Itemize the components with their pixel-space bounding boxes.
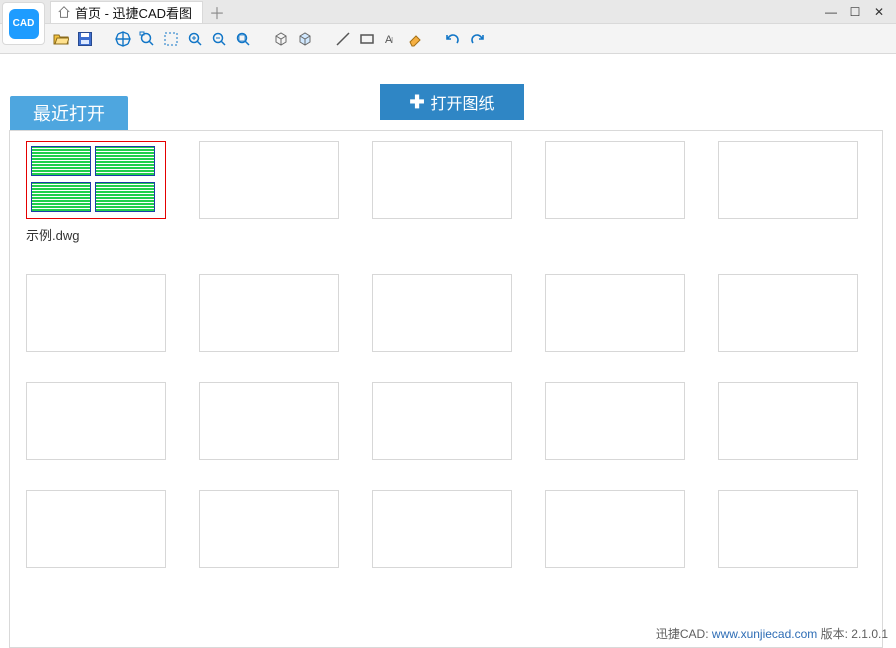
open-drawing-button[interactable]: ✚ 打开图纸 xyxy=(380,84,524,120)
separator xyxy=(100,30,108,48)
text-tool-button[interactable]: AI xyxy=(382,30,400,48)
plus-icon: ＋ xyxy=(209,0,225,24)
thumbnail-empty xyxy=(372,141,512,219)
footer-version-label: 版本: xyxy=(817,627,851,641)
thumbnail-empty xyxy=(718,490,858,568)
thumbnail-empty xyxy=(718,382,858,460)
thumbnail-empty xyxy=(545,490,685,568)
tab-home[interactable]: 首页 - 迅捷CAD看图 xyxy=(50,1,203,23)
cad-logo-icon: CAD xyxy=(9,9,39,39)
file-slot-empty xyxy=(26,382,166,460)
rectangle-tool-button[interactable] xyxy=(358,30,376,48)
close-button[interactable]: ✕ xyxy=(872,5,886,19)
separator xyxy=(320,30,328,48)
thumbnail-empty xyxy=(372,274,512,352)
file-slot-empty xyxy=(199,490,339,568)
thumbnail-empty xyxy=(199,274,339,352)
eraser-button[interactable] xyxy=(406,30,424,48)
separator xyxy=(258,30,266,48)
file-slot-empty xyxy=(545,382,685,460)
selection-button[interactable] xyxy=(162,30,180,48)
file-slot-empty xyxy=(545,490,685,568)
thumbnail-empty xyxy=(718,141,858,219)
file-slot[interactable]: 示例.dwg xyxy=(26,141,166,244)
footer-version: 2.1.0.1 xyxy=(851,627,888,641)
footer: 迅捷CAD: www.xunjiecad.com 版本: 2.1.0.1 xyxy=(656,625,888,642)
file-slot-empty xyxy=(372,382,512,460)
redo-button[interactable] xyxy=(468,30,486,48)
file-slot-empty xyxy=(372,141,512,244)
thumbnail-empty xyxy=(545,382,685,460)
file-slot-empty xyxy=(199,382,339,460)
open-file-button[interactable] xyxy=(52,30,70,48)
file-slot-empty xyxy=(718,141,858,244)
thumbnail-empty xyxy=(545,274,685,352)
title-bar: CAD 首页 - 迅捷CAD看图 ＋ — ☐ ✕ xyxy=(0,0,896,24)
main-area: ✚ 打开图纸 最近打开 示例.dwg xyxy=(0,54,896,84)
home-icon xyxy=(57,5,71,19)
file-slot-empty xyxy=(26,490,166,568)
zoom-fit-button[interactable] xyxy=(234,30,252,48)
plus-icon: ✚ xyxy=(409,92,424,113)
file-slot-empty xyxy=(718,274,858,352)
file-slot-empty xyxy=(199,274,339,352)
tab-area: 首页 - 迅捷CAD看图 ＋ xyxy=(50,0,223,23)
thumbnail-empty xyxy=(26,274,166,352)
open-drawing-label: 打开图纸 xyxy=(431,90,495,114)
thumbnail-empty xyxy=(199,382,339,460)
zoom-out-button[interactable] xyxy=(210,30,228,48)
app-logo[interactable]: CAD xyxy=(2,2,45,45)
footer-link[interactable]: www.xunjiecad.com xyxy=(712,627,817,641)
thumbnail-example xyxy=(26,141,166,219)
thumbnail-empty xyxy=(718,274,858,352)
svg-text:I: I xyxy=(391,36,393,45)
line-tool-button[interactable] xyxy=(334,30,352,48)
zoom-in-button[interactable] xyxy=(186,30,204,48)
thumbnail-empty xyxy=(372,382,512,460)
file-slot-empty xyxy=(26,274,166,352)
undo-button[interactable] xyxy=(444,30,462,48)
file-slot-empty xyxy=(372,490,512,568)
file-name: 示例.dwg xyxy=(26,225,166,244)
separator xyxy=(430,30,438,48)
thumbnail-empty xyxy=(199,141,339,219)
recent-grid: 示例.dwg xyxy=(26,141,866,568)
file-slot-empty xyxy=(718,490,858,568)
thumbnail-empty xyxy=(545,141,685,219)
recent-tab-label: 最近打开 xyxy=(33,100,105,126)
save-button[interactable] xyxy=(76,30,94,48)
footer-brand: 迅捷CAD: xyxy=(656,627,712,641)
thumbnail-empty xyxy=(26,382,166,460)
thumbnail-empty xyxy=(372,490,512,568)
tab-title: 首页 - 迅捷CAD看图 xyxy=(75,3,192,22)
view-3d-button[interactable] xyxy=(272,30,290,48)
recent-panel: 示例.dwg xyxy=(9,130,883,648)
file-slot-empty xyxy=(372,274,512,352)
file-slot-empty xyxy=(545,141,685,244)
file-slot-empty xyxy=(718,382,858,460)
file-slot-empty xyxy=(199,141,339,244)
recent-tab[interactable]: 最近打开 xyxy=(10,96,128,130)
file-slot-empty xyxy=(545,274,685,352)
iso-view-button[interactable] xyxy=(296,30,314,48)
zoom-window-button[interactable] xyxy=(138,30,156,48)
minimize-button[interactable]: — xyxy=(824,5,838,19)
window-controls: — ☐ ✕ xyxy=(824,5,896,19)
new-tab-button[interactable]: ＋ xyxy=(203,0,223,24)
thumbnail-empty xyxy=(26,490,166,568)
maximize-button[interactable]: ☐ xyxy=(848,5,862,19)
toolbar: AI xyxy=(0,24,896,54)
thumbnail-empty xyxy=(199,490,339,568)
pan-button[interactable] xyxy=(114,30,132,48)
